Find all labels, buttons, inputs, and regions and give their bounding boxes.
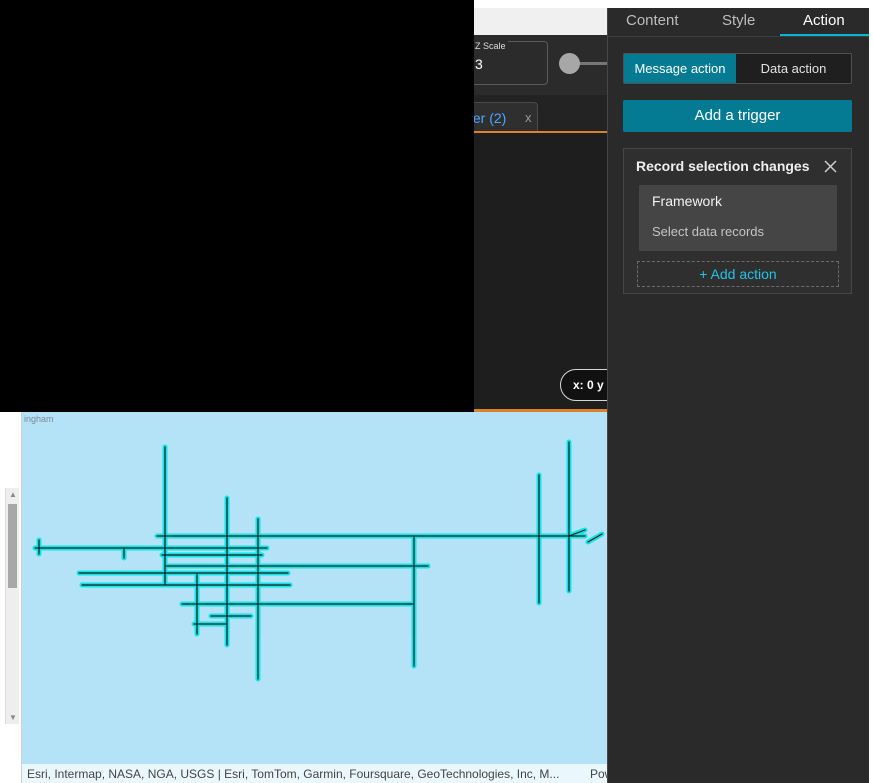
settings-panel: Content Style Action Message action Data… — [607, 8, 870, 783]
trigger-title: Record selection changes — [636, 158, 810, 174]
tab-content[interactable]: Content — [626, 12, 679, 29]
trigger-source-item[interactable]: Framework Select data records — [639, 185, 837, 251]
scrollbar-thumb[interactable] — [8, 504, 17, 588]
close-icon[interactable] — [823, 159, 838, 174]
zscale-slider-handle[interactable] — [559, 53, 580, 74]
data-action-button[interactable]: Data action — [736, 54, 851, 83]
trigger-source-name: Framework — [652, 193, 723, 209]
scroll-down-icon[interactable]: ▼ — [9, 713, 17, 722]
trigger-source-action: Select data records — [652, 224, 765, 239]
add-trigger-button[interactable]: Add a trigger — [623, 100, 852, 132]
message-action-button[interactable]: Message action — [624, 54, 736, 83]
tab-close-icon[interactable]: x — [525, 110, 532, 125]
powered-by-text[interactable]: Pow — [590, 767, 607, 781]
redacted-region — [0, 0, 474, 412]
tabs-divider — [608, 36, 870, 37]
app-root: Z Scale 3 ewer (2) x x: 0 y ▲ ▼ ingham E… — [0, 0, 873, 783]
zscale-value[interactable]: 3 — [475, 56, 483, 72]
window-edge — [869, 0, 873, 783]
coordinate-text: x: 0 y — [573, 378, 604, 392]
zscale-label: Z Scale — [473, 41, 508, 51]
framework-lines-layer[interactable] — [22, 412, 607, 783]
map-attribution: Esri, Intermap, NASA, NGA, USGS | Esri, … — [22, 764, 607, 783]
zscale-field[interactable]: Z Scale 3 — [466, 41, 548, 85]
scroll-up-icon[interactable]: ▲ — [9, 490, 17, 499]
add-action-button[interactable]: + Add action — [637, 261, 839, 287]
attribution-text[interactable]: Esri, Intermap, NASA, NGA, USGS | Esri, … — [27, 767, 559, 781]
map-view[interactable]: ingham Esri, Intermap, NASA, NGA, USGS |… — [21, 412, 607, 783]
action-type-toggle: Message action Data action — [623, 53, 852, 84]
tab-action[interactable]: Action — [803, 12, 845, 29]
trigger-card: Record selection changes Framework Selec… — [623, 148, 852, 294]
tab-style[interactable]: Style — [722, 12, 755, 29]
settings-tabs: Content Style Action — [608, 8, 870, 36]
vertical-scrollbar[interactable]: ▲ ▼ — [5, 488, 19, 724]
